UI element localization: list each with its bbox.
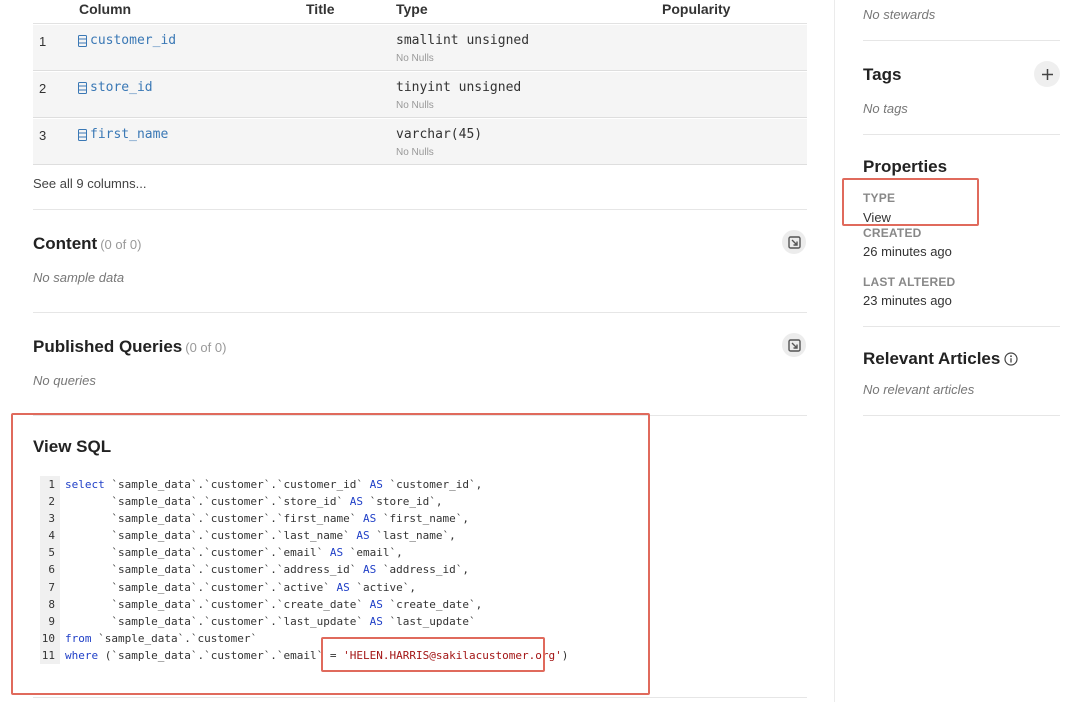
- content-empty-note: No sample data: [33, 270, 125, 285]
- column-name: store_id: [90, 80, 153, 95]
- column-header-column[interactable]: Column: [79, 1, 131, 17]
- column-name-link[interactable]: customer_id: [78, 33, 176, 48]
- property-created-label: CREATED: [863, 226, 922, 240]
- column-type: tinyint unsigned: [396, 80, 522, 95]
- divider: [33, 209, 807, 210]
- content-title: Content: [33, 234, 98, 253]
- column-name: first_name: [90, 127, 169, 142]
- published-queries-section-title: Published Queries (0 of 0): [33, 337, 226, 357]
- relevant-articles-title: Relevant Articles: [863, 349, 1001, 368]
- divider: [33, 697, 807, 698]
- columns-table-header: Column Title Type Popularity: [33, 0, 807, 24]
- published-queries-count: (0 of 0): [185, 340, 227, 355]
- column-nulls: No Nulls: [396, 53, 434, 64]
- column-icon: [78, 128, 87, 141]
- row-number: 2: [39, 81, 47, 96]
- property-created-value: 26 minutes ago: [863, 244, 952, 259]
- row-number: 1: [39, 34, 47, 49]
- content-section-title: Content (0 of 0): [33, 234, 141, 254]
- content-export-button[interactable]: [782, 230, 806, 254]
- published-queries-export-button[interactable]: [782, 333, 806, 357]
- column-icon: [78, 81, 87, 94]
- plus-icon: [1041, 68, 1053, 80]
- relevant-articles-empty-note: No relevant articles: [863, 382, 975, 397]
- column-name: customer_id: [90, 33, 177, 48]
- export-icon: [787, 338, 801, 352]
- divider: [863, 134, 1060, 135]
- table-row[interactable]: 3 first_name varchar(45) No Nulls: [33, 119, 807, 165]
- see-all-columns-link[interactable]: See all 9 columns...: [33, 176, 146, 191]
- divider: [33, 312, 807, 313]
- column-name-link[interactable]: store_id: [78, 80, 153, 95]
- divider: [863, 415, 1060, 416]
- property-type-value: View: [863, 210, 891, 225]
- column-header-title[interactable]: Title: [306, 1, 335, 17]
- info-icon[interactable]: [1004, 352, 1018, 366]
- column-icon: [78, 34, 87, 47]
- column-type: varchar(45): [396, 127, 483, 142]
- export-icon: [787, 235, 801, 249]
- column-header-type[interactable]: Type: [396, 1, 428, 17]
- divider: [863, 326, 1060, 327]
- add-tag-button[interactable]: [1034, 61, 1060, 87]
- property-altered-value: 23 minutes ago: [863, 293, 952, 308]
- content-count: (0 of 0): [100, 237, 142, 252]
- column-nulls: No Nulls: [396, 147, 434, 158]
- stewards-empty-note: No stewards: [863, 7, 936, 22]
- column-name-link[interactable]: first_name: [78, 127, 168, 142]
- table-row[interactable]: 2 store_id tinyint unsigned No Nulls: [33, 72, 807, 118]
- column-type: smallint unsigned: [396, 33, 530, 48]
- published-queries-title: Published Queries: [33, 337, 183, 356]
- sidebar-separator: [834, 0, 835, 702]
- published-queries-empty-note: No queries: [33, 373, 96, 388]
- column-nulls: No Nulls: [396, 100, 434, 111]
- tags-empty-note: No tags: [863, 101, 908, 116]
- row-number: 3: [39, 128, 47, 143]
- divider: [863, 40, 1060, 41]
- table-row[interactable]: 1 customer_id smallint unsigned No Nulls: [33, 25, 807, 71]
- property-type-label: TYPE: [863, 191, 896, 205]
- email-highlight-box: [321, 637, 545, 672]
- property-altered-label: LAST ALTERED: [863, 275, 956, 289]
- tags-title: Tags: [863, 65, 902, 84]
- relevant-articles-header: Relevant Articles: [863, 349, 1018, 369]
- properties-title: Properties: [863, 157, 948, 176]
- column-header-popularity[interactable]: Popularity: [662, 1, 730, 17]
